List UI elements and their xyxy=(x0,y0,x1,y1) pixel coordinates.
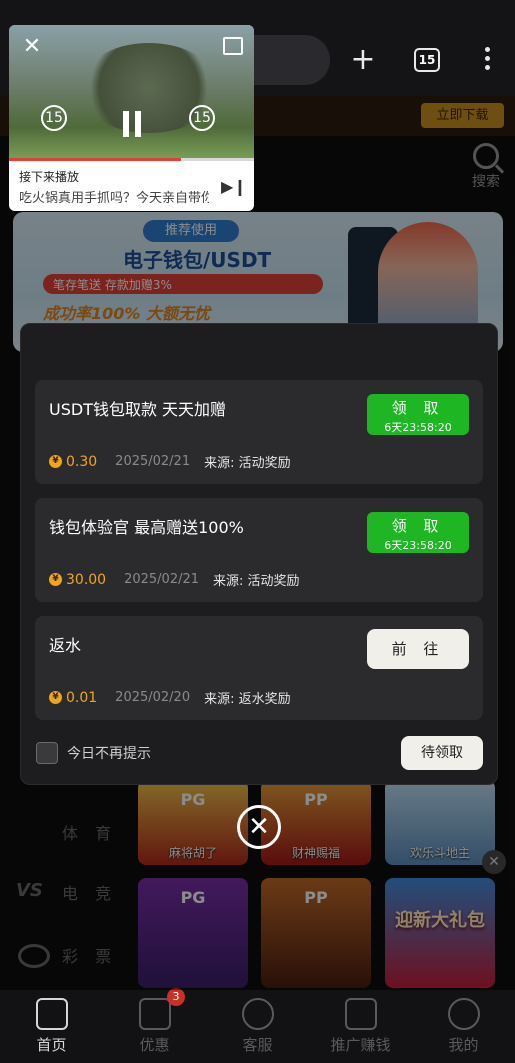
nav-support[interactable]: 客服 xyxy=(206,990,309,1063)
home-icon xyxy=(35,998,68,1030)
claim-button[interactable]: 领 取 6天23:58:20 xyxy=(367,512,469,553)
up-next-title[interactable]: 吃火锅真用手抓吗？今天亲自带你 xyxy=(19,187,209,206)
reward-amount: 30.00 xyxy=(66,571,107,588)
reward-date: 2025/02/20 xyxy=(115,690,191,705)
pending-rewards-button[interactable]: 待领取 xyxy=(401,736,483,770)
claim-label: 领 取 xyxy=(391,399,445,417)
reward-date: 2025/02/21 xyxy=(115,454,191,469)
bottom-nav: 首页 3 优惠 客服 推广赚钱 我的 xyxy=(0,988,515,1063)
close-icon[interactable]: ✕ xyxy=(14,29,50,65)
reward-card: USDT钱包取款 天天加赠 领 取 6天23:58:20 ¥ 0.30 2025… xyxy=(35,380,483,484)
claim-button[interactable]: 领 取 6天23:58:20 xyxy=(367,394,469,435)
reward-date: 2025/02/21 xyxy=(124,572,200,587)
rewards-modal: USDT钱包取款 天天加赠 领 取 6天23:58:20 ¥ 0.30 2025… xyxy=(20,323,498,785)
mini-video-player[interactable]: ✕ 15 15 接下来播放 吃火锅真用手抓吗？今天亲自带你 ▶❙ xyxy=(9,25,254,211)
coin-icon: ¥ xyxy=(49,691,62,704)
video-progress[interactable] xyxy=(9,158,254,161)
dont-show-label[interactable]: 今日不再提示 xyxy=(67,743,151,763)
pause-icon[interactable] xyxy=(121,111,143,137)
nav-profile[interactable]: 我的 xyxy=(412,990,515,1063)
reward-meta: ¥ 0.01 2025/02/20 来源: 返水奖励 xyxy=(49,688,291,707)
nav-promotions[interactable]: 3 优惠 xyxy=(103,988,206,1063)
share-icon xyxy=(344,998,377,1030)
notification-badge: 3 xyxy=(167,988,185,1006)
nav-label: 我的 xyxy=(448,1036,479,1054)
gift-icon xyxy=(138,998,171,1030)
reward-amount: 0.30 xyxy=(66,453,98,470)
dont-show-checkbox[interactable] xyxy=(36,742,58,764)
coin-icon: ¥ xyxy=(49,573,62,586)
video-progress-fill xyxy=(9,158,181,161)
up-next-label: 接下来播放 xyxy=(19,170,80,184)
reward-title: 钱包体验官 最高赠送100% xyxy=(49,518,244,537)
reward-source: 来源: 返水奖励 xyxy=(204,692,291,707)
nav-label: 首页 xyxy=(36,1036,67,1054)
nav-label: 推广赚钱 xyxy=(330,1036,391,1054)
nav-referral[interactable]: 推广赚钱 xyxy=(309,990,412,1063)
rewind-15-icon[interactable]: 15 xyxy=(41,105,67,131)
nav-label: 优惠 xyxy=(139,1036,170,1054)
reward-meta: ¥ 0.30 2025/02/21 来源: 活动奖励 xyxy=(49,452,291,471)
tab-switcher-button[interactable]: 15 xyxy=(414,48,440,72)
reward-source: 来源: 活动奖励 xyxy=(213,574,300,589)
new-tab-icon[interactable]: + xyxy=(343,40,383,80)
reward-source: 来源: 活动奖励 xyxy=(204,456,291,471)
user-icon xyxy=(447,998,480,1030)
reward-meta: ¥ 30.00 2025/02/21 来源: 活动奖励 xyxy=(49,570,300,589)
forward-15-icon[interactable]: 15 xyxy=(189,105,215,131)
reward-amount: 0.01 xyxy=(66,689,98,706)
reward-title: 返水 xyxy=(49,636,82,655)
modal-close-icon[interactable]: ✕ xyxy=(237,805,281,849)
claim-timer: 6天23:58:20 xyxy=(384,539,452,552)
reward-title: USDT钱包取款 天天加赠 xyxy=(49,400,227,419)
go-button[interactable]: 前 往 xyxy=(367,629,469,669)
browser-menu-icon[interactable] xyxy=(475,44,499,76)
claim-label: 领 取 xyxy=(391,517,445,535)
headset-icon xyxy=(241,998,274,1030)
nav-home[interactable]: 首页 xyxy=(0,990,103,1063)
coin-icon: ¥ xyxy=(49,455,62,468)
skip-next-icon[interactable]: ▶❙ xyxy=(221,177,247,197)
claim-timer: 6天23:58:20 xyxy=(384,421,452,434)
expand-icon[interactable] xyxy=(223,37,243,55)
nav-label: 客服 xyxy=(242,1036,273,1054)
reward-card: 返水 前 往 ¥ 0.01 2025/02/20 来源: 返水奖励 xyxy=(35,616,483,720)
reward-card: 钱包体验官 最高赠送100% 领 取 6天23:58:20 ¥ 30.00 20… xyxy=(35,498,483,602)
